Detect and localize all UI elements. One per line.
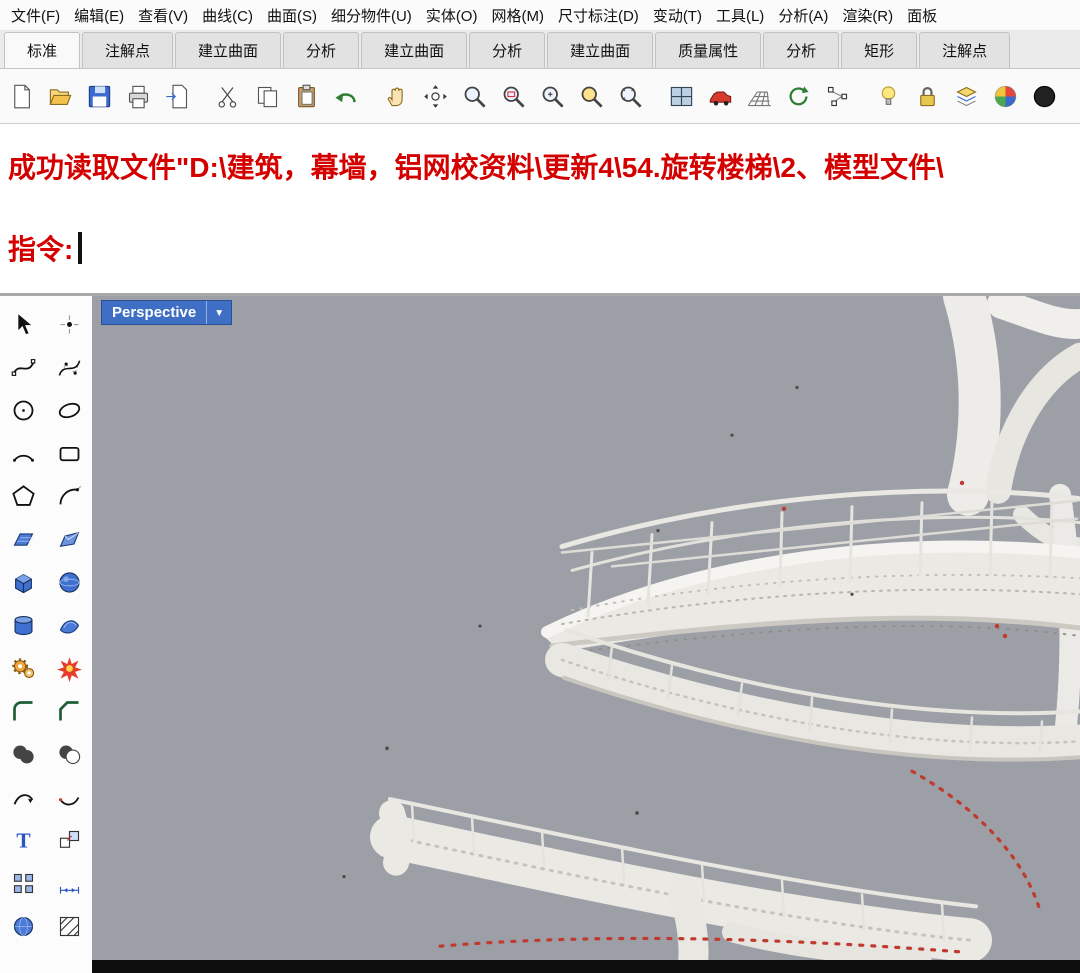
menu-analyze[interactable]: 分析(A) xyxy=(771,2,835,29)
zoom-dynamic-icon[interactable] xyxy=(535,79,569,113)
rhino-window: { "menubar": { "items": [ {"label": "文件(… xyxy=(0,0,1080,973)
lamp-icon[interactable] xyxy=(871,79,905,113)
command-prompt-label: 指令: xyxy=(8,234,74,265)
zoom-extents-icon[interactable] xyxy=(613,79,647,113)
curve-tool-icon[interactable] xyxy=(7,781,39,813)
open-file-icon[interactable] xyxy=(43,79,77,113)
menu-panels[interactable]: 面板 xyxy=(900,2,944,29)
tab-annotate-1[interactable]: 注解点 xyxy=(82,32,174,68)
fillet-icon[interactable] xyxy=(7,695,39,727)
rotate-view-icon[interactable] xyxy=(418,79,452,113)
main-area: T Perspective ▼ xyxy=(0,296,1080,973)
boolean-union-icon[interactable] xyxy=(7,738,39,770)
point-icon[interactable] xyxy=(53,308,85,340)
dimension-icon[interactable] xyxy=(53,867,85,899)
gears-icon[interactable] xyxy=(7,652,39,684)
surface-plane-icon[interactable] xyxy=(7,523,39,555)
select-arrow-icon[interactable] xyxy=(7,308,39,340)
paste-icon[interactable] xyxy=(289,79,323,113)
hatch-icon[interactable] xyxy=(53,910,85,942)
curve-interpolate-icon[interactable] xyxy=(7,351,39,383)
menu-surface[interactable]: 曲面(S) xyxy=(260,2,324,29)
tab-create-surface-2[interactable]: 建立曲面 xyxy=(361,32,468,68)
surface-corner-icon[interactable] xyxy=(53,523,85,555)
menu-curve[interactable]: 曲线(C) xyxy=(195,2,260,29)
viewport-title[interactable]: Perspective ▼ xyxy=(102,301,232,324)
svg-text:T: T xyxy=(16,828,30,852)
cplane-grid-icon[interactable] xyxy=(742,79,776,113)
tab-create-surface-1[interactable]: 建立曲面 xyxy=(175,32,282,68)
new-file-icon[interactable] xyxy=(4,79,38,113)
zoom-window-icon[interactable] xyxy=(496,79,530,113)
point-cloud-staircase xyxy=(342,296,1080,973)
text-cursor xyxy=(78,232,83,264)
menu-subd[interactable]: 细分物件(U) xyxy=(324,2,419,29)
move-copy-icon[interactable] xyxy=(53,824,85,856)
curve-control-icon[interactable] xyxy=(53,351,85,383)
box-icon[interactable] xyxy=(7,566,39,598)
menu-render[interactable]: 渲染(R) xyxy=(835,2,900,29)
command-history-line: 成功读取文件"D:\建筑，幕墙，铝网校资料\更新4\54.旋转楼梯\2、模型文件… xyxy=(8,152,944,183)
viewport-bottom-strip xyxy=(92,960,1080,973)
burst-icon[interactable] xyxy=(53,652,85,684)
menu-edit[interactable]: 编辑(E) xyxy=(67,2,131,29)
tab-mass-properties[interactable]: 质量属性 xyxy=(655,32,762,68)
four-viewports-icon[interactable] xyxy=(664,79,698,113)
zoom-selected-icon[interactable] xyxy=(574,79,608,113)
boolean-difference-icon[interactable] xyxy=(53,738,85,770)
tab-rectangle[interactable]: 矩形 xyxy=(841,32,918,68)
ellipse-icon[interactable] xyxy=(53,394,85,426)
color-wheel-icon[interactable] xyxy=(988,79,1022,113)
menu-solid[interactable]: 实体(O) xyxy=(419,2,485,29)
zoom-icon[interactable] xyxy=(457,79,491,113)
standard-toolbar xyxy=(0,69,1080,124)
polygon-icon[interactable] xyxy=(7,480,39,512)
menubar: 文件(F) 编辑(E) 查看(V) 曲线(C) 曲面(S) 细分物件(U) 实体… xyxy=(0,0,1080,30)
cut-icon[interactable] xyxy=(211,79,245,113)
tab-analyze-2[interactable]: 分析 xyxy=(469,32,546,68)
circle-icon[interactable] xyxy=(7,394,39,426)
perspective-viewport[interactable]: Perspective ▼ xyxy=(92,296,1080,973)
object-snap-icon[interactable] xyxy=(820,79,854,113)
menu-view[interactable]: 查看(V) xyxy=(131,2,195,29)
tab-analyze-1[interactable]: 分析 xyxy=(283,32,360,68)
surface-patch-icon[interactable] xyxy=(53,609,85,641)
menu-tools[interactable]: 工具(L) xyxy=(709,2,771,29)
curve-tool-2-icon[interactable] xyxy=(53,781,85,813)
display-mode-icon[interactable] xyxy=(1027,79,1061,113)
rectangle-rounded-icon[interactable] xyxy=(53,437,85,469)
tab-analyze-3[interactable]: 分析 xyxy=(763,32,840,68)
menu-transform[interactable]: 变动(T) xyxy=(646,2,709,29)
menu-mesh[interactable]: 网格(M) xyxy=(484,2,551,29)
cylinder-icon[interactable] xyxy=(7,609,39,641)
tab-standard[interactable]: 标准 xyxy=(4,32,81,68)
undo-icon[interactable] xyxy=(328,79,362,113)
menu-dimension[interactable]: 尺寸标注(D) xyxy=(551,2,646,29)
text-icon[interactable]: T xyxy=(7,824,39,856)
viewport-dropdown-icon[interactable]: ▼ xyxy=(206,301,231,324)
lock-icon[interactable] xyxy=(910,79,944,113)
arc-icon[interactable] xyxy=(7,437,39,469)
sphere-blue-icon[interactable] xyxy=(7,910,39,942)
arc-handle-icon[interactable] xyxy=(53,480,85,512)
export-page-icon[interactable] xyxy=(160,79,194,113)
sphere-icon[interactable] xyxy=(53,566,85,598)
tab-annotate-2[interactable]: 注解点 xyxy=(919,32,1011,68)
copy-icon[interactable] xyxy=(250,79,284,113)
main-toolbar-sidebar: T xyxy=(0,296,92,973)
tab-create-surface-3[interactable]: 建立曲面 xyxy=(547,32,654,68)
command-area[interactable]: 成功读取文件"D:\建筑，幕墙，铝网校资料\更新4\54.旋转楼梯\2、模型文件… xyxy=(0,124,1080,296)
layers-icon[interactable] xyxy=(949,79,983,113)
save-icon[interactable] xyxy=(82,79,116,113)
print-icon[interactable] xyxy=(121,79,155,113)
toolbar-tab-bar: 标准 注解点 建立曲面 分析 建立曲面 分析 建立曲面 质量属性 分析 矩形 注… xyxy=(0,30,1080,69)
array-squares-icon[interactable] xyxy=(7,867,39,899)
pan-icon[interactable] xyxy=(379,79,413,113)
command-prompt-row[interactable]: 指令: xyxy=(8,228,1072,268)
viewport-title-label[interactable]: Perspective xyxy=(102,301,206,324)
chamfer-icon[interactable] xyxy=(53,695,85,727)
menu-file[interactable]: 文件(F) xyxy=(4,2,67,29)
view-rotate-icon[interactable] xyxy=(781,79,815,113)
named-view-car-icon[interactable] xyxy=(703,79,737,113)
